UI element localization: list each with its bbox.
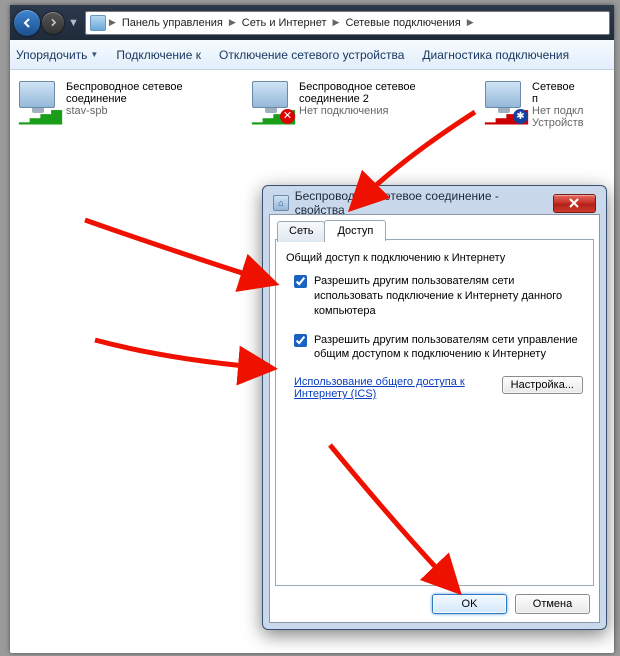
- toolbar-diagnose[interactable]: Диагностика подключения: [422, 48, 569, 62]
- connections-panel: ▁▃▅▇ Беспроводное сетевое соединение sta…: [10, 70, 614, 140]
- connection-item[interactable]: ▁▃▅▇ Беспроводное сетевое соединение sta…: [16, 78, 246, 132]
- nav-forward-button[interactable]: [42, 12, 64, 34]
- connection-subtitle: stav-spb: [66, 105, 108, 117]
- dialog-client-area: Сеть Доступ Общий доступ к подключению к…: [269, 214, 600, 623]
- breadcrumb-chevron-icon[interactable]: ▶: [466, 17, 475, 28]
- connection-subtitle: Нет подкл: [532, 105, 583, 117]
- allow-control-checkbox[interactable]: [294, 334, 307, 347]
- breadcrumb-seg-3[interactable]: Сетевые подключения: [342, 15, 463, 31]
- allow-sharing-checkbox[interactable]: [294, 275, 307, 288]
- dialog-titlebar[interactable]: ⌂ Беспроводное сетевое соединение - свой…: [269, 192, 600, 214]
- dialog-title: Беспроводное сетевое соединение - свойст…: [295, 189, 547, 217]
- network-adapter-icon: ▁▃▅▇: [19, 81, 61, 123]
- breadcrumb-seg-1[interactable]: Панель управления: [119, 15, 226, 31]
- address-bar[interactable]: ▶ Панель управления ▶ Сеть и Интернет ▶ …: [85, 11, 610, 35]
- arrow-left-icon: [20, 16, 34, 30]
- bluetooth-badge-icon: ✱: [513, 109, 528, 124]
- connection-item[interactable]: ▁▃▅▇✕ Беспроводное сетевое соединение 2 …: [249, 78, 479, 132]
- ics-help-link[interactable]: Использование общего доступа к Интернету…: [294, 376, 474, 400]
- error-badge-icon: ✕: [280, 109, 295, 124]
- toolbar-organize[interactable]: Упорядочить▼: [16, 48, 98, 62]
- properties-dialog: ⌂ Беспроводное сетевое соединение - свой…: [262, 185, 607, 630]
- connection-item[interactable]: ▁▃▅▇✱ Сетевое п Нет подкл Устройств: [482, 78, 582, 132]
- tab-strip: Сеть Доступ: [277, 220, 385, 241]
- breadcrumb-chevron-icon[interactable]: ▶: [228, 17, 237, 28]
- dialog-button-row: OK Отмена: [432, 594, 590, 614]
- allow-sharing-label: Разрешить другим пользователям сети испо…: [314, 274, 583, 319]
- toolbar: Упорядочить▼ Подключение к Отключение се…: [10, 40, 614, 70]
- group-heading: Общий доступ к подключению к Интернету: [286, 252, 583, 264]
- connection-title: Беспроводное сетевое соединение: [66, 81, 243, 105]
- allow-control-label: Разрешить другим пользователям сети упра…: [314, 333, 583, 363]
- nav-bar: ▼ ▶ Панель управления ▶ Сеть и Интернет …: [10, 5, 614, 40]
- nav-back-button[interactable]: [14, 10, 40, 36]
- breadcrumb-seg-2[interactable]: Сеть и Интернет: [239, 15, 330, 31]
- close-button[interactable]: [553, 194, 596, 213]
- close-icon: [568, 198, 580, 208]
- recent-pages-dropdown[interactable]: ▼: [66, 17, 81, 29]
- ok-button[interactable]: OK: [432, 594, 507, 614]
- cancel-button[interactable]: Отмена: [515, 594, 590, 614]
- toolbar-disable[interactable]: Отключение сетевого устройства: [219, 48, 404, 62]
- tab-sharing[interactable]: Доступ: [324, 220, 386, 241]
- tab-network[interactable]: Сеть: [277, 221, 325, 242]
- adapter-icon: ⌂: [273, 195, 289, 211]
- connection-title: Сетевое п: [532, 81, 584, 105]
- breadcrumb-chevron-icon[interactable]: ▶: [108, 17, 117, 28]
- connection-subtitle-2: Устройств: [532, 117, 584, 129]
- arrow-right-icon: [48, 17, 59, 28]
- connection-title: Беспроводное сетевое соединение 2: [299, 81, 476, 105]
- control-panel-icon: [90, 15, 106, 31]
- breadcrumb-chevron-icon[interactable]: ▶: [332, 17, 341, 28]
- toolbar-connect[interactable]: Подключение к: [116, 48, 201, 62]
- tab-page-sharing: Общий доступ к подключению к Интернету Р…: [275, 239, 594, 586]
- network-adapter-icon: ▁▃▅▇✱: [485, 81, 527, 123]
- settings-button[interactable]: Настройка...: [502, 376, 583, 394]
- nav-back-forward: ▼: [14, 10, 81, 36]
- connection-subtitle: Нет подключения: [299, 105, 388, 117]
- network-adapter-icon: ▁▃▅▇✕: [252, 81, 294, 123]
